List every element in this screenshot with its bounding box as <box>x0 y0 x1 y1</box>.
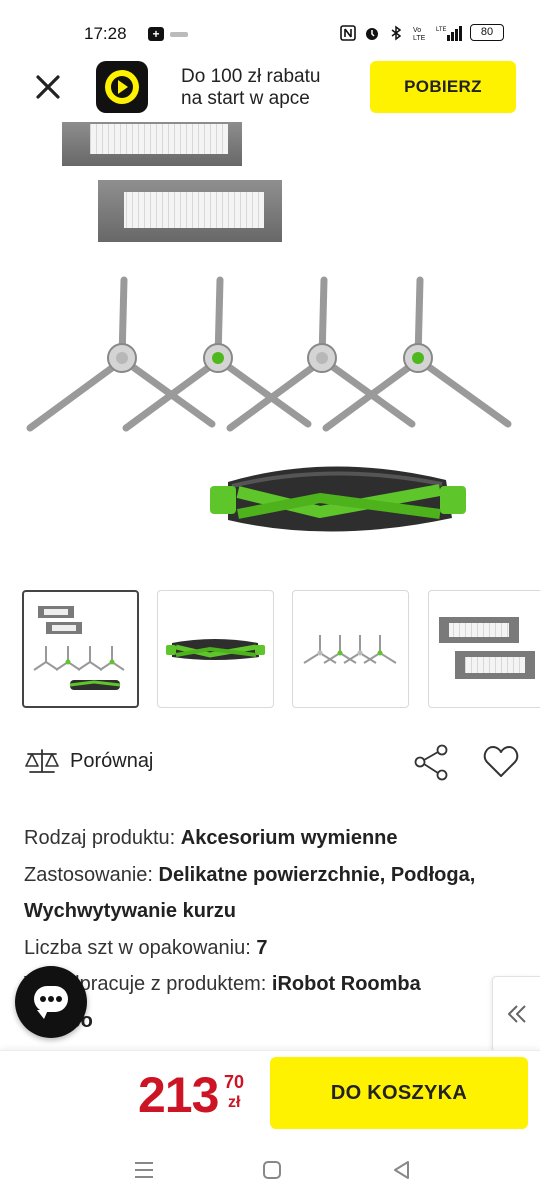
close-icon[interactable] <box>30 69 66 105</box>
spec-label: Liczba szt w opakowaniu: <box>24 936 251 959</box>
back-icon[interactable] <box>388 1156 416 1184</box>
status-icons: Vo LTE LTE 80 <box>340 24 504 41</box>
thumbnail-set[interactable] <box>22 590 139 708</box>
status-time: 17:28 <box>84 24 127 43</box>
thumbnail-roller-brush[interactable] <box>157 590 274 708</box>
chat-button[interactable] <box>15 966 87 1038</box>
product-actions: Porównaj <box>0 738 540 784</box>
banner-text-line2: na start w apce <box>181 88 310 109</box>
bluetooth-icon <box>391 25 402 40</box>
heart-icon[interactable] <box>482 742 522 782</box>
play-logo-icon <box>96 61 148 113</box>
spec-row: Współpracuje z produktem: iRobot Roomba <box>24 966 524 1003</box>
volte-icon: VoLTE <box>413 27 426 41</box>
banner-text-line1: Do 100 zł rabatu <box>181 66 321 87</box>
spec-label: Zastosowanie: <box>24 863 153 886</box>
price-main: 213 <box>138 1067 219 1123</box>
spec-row: Zastosowanie: Delikatne powierzchnie, Po… <box>24 857 524 930</box>
spec-row: Rodzaj produktu: Akcesorium wymienne <box>24 820 524 857</box>
spec-label: Rodzaj produktu: <box>24 827 176 849</box>
compare-button[interactable]: Porównaj <box>24 746 153 776</box>
svg-text:LTE: LTE <box>436 27 447 33</box>
svg-text:Vo: Vo <box>413 27 421 34</box>
battery-indicator: 80 <box>470 24 504 41</box>
product-main-image[interactable] <box>0 122 540 562</box>
filter-image <box>62 122 242 166</box>
thumbnail-filters[interactable] <box>428 590 540 708</box>
nfc-icon <box>340 24 356 41</box>
chat-icon <box>34 986 68 1019</box>
recent-apps-icon[interactable] <box>130 1156 158 1184</box>
side-panel-toggle[interactable] <box>492 976 540 1052</box>
notification-icon <box>170 32 188 37</box>
compare-label: Porównaj <box>70 749 154 772</box>
status-bar: 17:28 + Vo LTE LTE 80 <box>0 0 540 56</box>
price-currency: zł <box>228 1094 241 1111</box>
scale-icon <box>25 749 59 773</box>
price-cents: 70 <box>224 1072 245 1092</box>
download-app-button[interactable]: POBIERZ <box>370 61 516 113</box>
svg-text:LTE: LTE <box>413 35 426 41</box>
spec-value: Akcesorium wymienne <box>180 827 398 849</box>
app-install-banner: Do 100 zł rabatu na start w apce POBIERZ <box>0 56 540 122</box>
roller-brush-image <box>210 466 466 532</box>
spec-row: Liczba szt w opakowaniu: 7 <box>24 930 524 967</box>
side-brush-image <box>26 276 512 432</box>
spec-value: iRobot Roomba <box>271 973 421 995</box>
plus-square-icon: + <box>148 27 164 41</box>
thumbnail-side-brushes[interactable] <box>292 590 409 708</box>
home-icon[interactable] <box>258 1156 286 1184</box>
system-nav-bar <box>0 1142 540 1200</box>
spec-row: Combo <box>24 1003 524 1040</box>
add-to-cart-button[interactable]: DO KOSZYKA <box>270 1057 528 1129</box>
double-chevron-left-icon <box>507 1005 526 1023</box>
purchase-bar: 213 70 zł DO KOSZYKA <box>0 1050 540 1142</box>
thumbnail-strip <box>22 590 540 708</box>
alarm-icon <box>366 27 378 40</box>
spec-value: 7 <box>256 936 268 959</box>
share-icon[interactable] <box>412 742 452 782</box>
lte-signal-icon: LTE <box>436 25 462 41</box>
product-specs: Rodzaj produktu: Akcesorium wymienne Zas… <box>24 820 524 1039</box>
banner-promo-text: Do 100 zł rabatu na start w apce <box>181 66 361 110</box>
filter-image <box>98 180 282 242</box>
